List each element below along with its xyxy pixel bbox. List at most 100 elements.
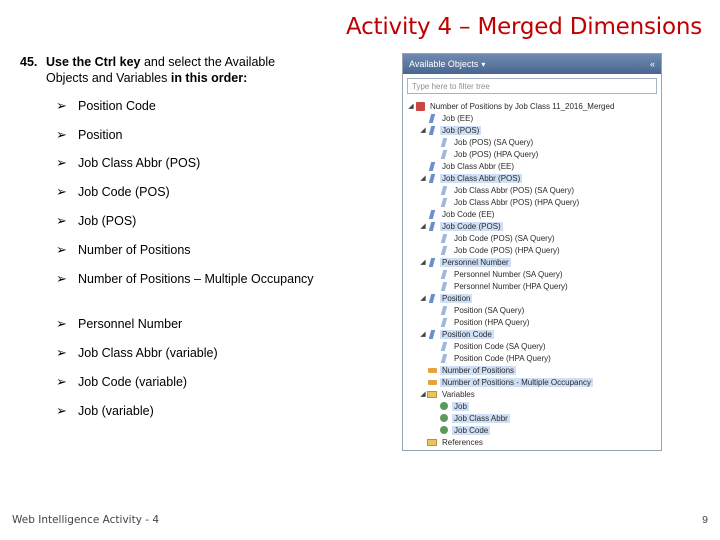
selection-step-label: Job Code (variable) <box>78 375 188 389</box>
panel-header: Available Objects ▾ « <box>403 54 661 74</box>
tree-item-label: Number of Positions - Multiple Occupancy <box>440 377 593 387</box>
tree-item[interactable]: ◢ Variables <box>419 388 477 400</box>
tree-item[interactable]: Job (POS) (HPA Query) <box>431 148 540 160</box>
available-objects-panel: Available Objects ▾ « Type here to filter… <box>402 53 662 451</box>
tree-item-label: Job Class Abbr <box>452 413 510 423</box>
tree-item[interactable]: Position Code (SA Query) <box>431 340 548 352</box>
query-icon <box>415 101 425 111</box>
tree-item[interactable]: ◢ Personnel Number <box>419 256 511 268</box>
measure-icon <box>427 365 437 375</box>
tree-item-label: Job Code (POS) <box>440 221 503 231</box>
measure-icon <box>427 377 437 387</box>
tree-item-label: Job (POS) (SA Query) <box>454 137 534 147</box>
selection-step-item: ➢ Job Class Abbr (POS) <box>56 155 316 171</box>
arrow-bullet-icon: ➢ <box>56 271 67 286</box>
arrow-bullet-icon: ➢ <box>56 213 67 228</box>
dimension-icon <box>427 209 437 219</box>
dimension-detail-icon <box>439 353 449 363</box>
tree-item[interactable]: ◢ Position Code <box>419 328 494 340</box>
arrow-bullet-icon: ➢ <box>56 374 67 389</box>
selection-step-label: Number of Positions <box>78 243 191 257</box>
tree-item[interactable]: Number of Positions <box>419 364 517 376</box>
collapse-icon[interactable]: « <box>650 59 655 69</box>
dimension-detail-icon <box>439 197 449 207</box>
page-number: 9 <box>702 514 708 526</box>
arrow-bullet-icon: ➢ <box>56 127 67 142</box>
tree-item[interactable]: Job Code (POS) (SA Query) <box>431 232 556 244</box>
dimension-icon <box>427 125 437 135</box>
tree-item[interactable]: Job Code <box>431 424 491 436</box>
selection-step-item: ➢ Personnel Number <box>56 316 316 332</box>
arrow-bullet-icon: ➢ <box>56 98 67 113</box>
tree-item[interactable]: Job Code (EE) <box>419 208 496 220</box>
tree-item-label: Position Code <box>440 329 494 339</box>
expand-toggle-icon[interactable]: ◢ <box>419 258 427 266</box>
selection-step-label: Number of Positions – Multiple Occupancy <box>78 272 314 286</box>
panel-title: Available Objects <box>409 59 479 69</box>
dimension-detail-icon <box>439 269 449 279</box>
expand-toggle-icon[interactable]: ◢ <box>419 222 427 230</box>
selection-step-item: ➢ Job Code (variable) <box>56 374 316 390</box>
tree-item-label: References <box>442 437 483 447</box>
tree-item[interactable]: Job Class Abbr (POS) (SA Query) <box>431 184 576 196</box>
instruction-bold-1: Use the Ctrl key <box>46 55 141 69</box>
tree-item-label: Job (EE) <box>442 113 474 123</box>
tree-item-label: Job Code (POS) (HPA Query) <box>454 245 560 255</box>
tree-item-label: Variables <box>442 389 475 399</box>
variable-icon <box>439 401 449 411</box>
tree-item-label: Job Class Abbr (POS) (HPA Query) <box>454 197 580 207</box>
arrow-bullet-icon: ➢ <box>56 184 67 199</box>
tree-item[interactable]: Personnel Number (HPA Query) <box>431 280 570 292</box>
tree-item-label: Personnel Number (SA Query) <box>454 269 563 279</box>
tree-item[interactable]: ◢ Job Class Abbr (POS) <box>419 172 523 184</box>
tree-item[interactable]: Job Class Abbr (EE) <box>419 160 516 172</box>
tree-item[interactable]: ◢ Position <box>419 292 473 304</box>
expand-toggle-icon[interactable]: ◢ <box>419 126 427 134</box>
expand-toggle-icon[interactable]: ◢ <box>419 390 427 398</box>
dimension-detail-icon <box>439 305 449 315</box>
selection-step-label: Job (variable) <box>78 404 154 418</box>
tree-item[interactable]: Job (POS) (SA Query) <box>431 136 535 148</box>
tree-item[interactable]: Position (SA Query) <box>431 304 526 316</box>
instruction-text-2: Objects and Variables <box>46 71 171 85</box>
tree-item[interactable]: Job <box>431 400 469 412</box>
selection-step-item: ➢ Position <box>56 127 316 143</box>
selection-step-label: Personnel Number <box>78 317 183 331</box>
tree-item[interactable]: Personnel Number (SA Query) <box>431 268 565 280</box>
instruction-text-1: and select the Available <box>140 55 276 69</box>
tree-item[interactable]: Position (HPA Query) <box>431 316 531 328</box>
tree-item[interactable]: Number of Positions - Multiple Occupancy <box>419 376 593 388</box>
tree-item[interactable]: Position Code (HPA Query) <box>431 352 553 364</box>
tree-item-label: Job Class Abbr (EE) <box>442 161 515 171</box>
dimension-icon <box>427 113 437 123</box>
tree-item[interactable]: Job (EE) <box>419 112 475 124</box>
variable-icon <box>439 413 449 423</box>
chevron-down-icon[interactable]: ▾ <box>481 60 485 69</box>
tree-item-label: Job (POS) <box>440 125 482 135</box>
expand-toggle-icon[interactable]: ◢ <box>419 294 427 302</box>
selection-step-label: Position <box>78 128 123 142</box>
selection-step-item: ➢ Job Code (POS) <box>56 184 316 200</box>
expand-toggle-icon[interactable]: ◢ <box>407 102 415 110</box>
selection-step-label: Position Code <box>78 99 156 113</box>
dimension-detail-icon <box>439 233 449 243</box>
tree-item[interactable]: References <box>419 436 485 448</box>
filter-tree-input[interactable]: Type here to filter tree <box>407 78 657 94</box>
dimension-detail-icon <box>439 149 449 159</box>
panel-title-wrap[interactable]: Available Objects ▾ <box>409 59 485 69</box>
selection-step-label: Job Class Abbr (POS) <box>78 156 201 170</box>
expand-toggle-icon[interactable]: ◢ <box>419 174 427 182</box>
tree-item-label: Personnel Number <box>440 257 511 267</box>
tree-item-label: Position Code (HPA Query) <box>454 353 551 363</box>
tree-item[interactable]: Job Code (POS) (HPA Query) <box>431 244 562 256</box>
tree-item[interactable]: Job Class Abbr (POS) (HPA Query) <box>431 196 581 208</box>
tree-item-label: Personnel Number (HPA Query) <box>454 281 568 291</box>
tree-item[interactable]: ◢ Job (POS) <box>419 124 482 136</box>
tree-item-label: Job Class Abbr (POS) (SA Query) <box>454 185 575 195</box>
expand-toggle-icon[interactable]: ◢ <box>419 330 427 338</box>
folder-icon <box>427 437 437 447</box>
tree-item[interactable]: Job Class Abbr <box>431 412 510 424</box>
tree-item[interactable]: ◢ Number of Positions by Job Class 11_201… <box>407 100 616 112</box>
selection-step-item: ➢ Position Code <box>56 98 316 114</box>
tree-item[interactable]: ◢ Job Code (POS) <box>419 220 503 232</box>
